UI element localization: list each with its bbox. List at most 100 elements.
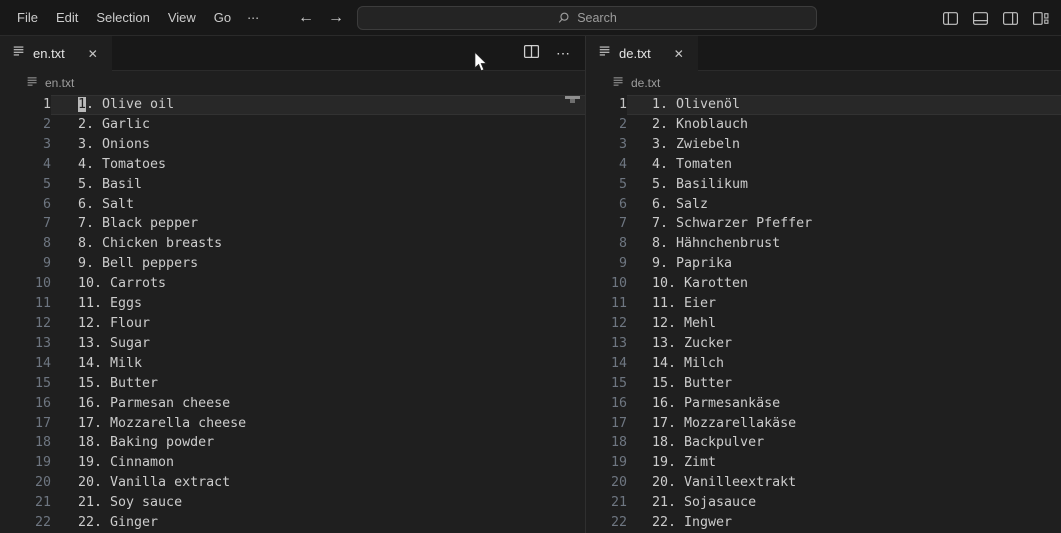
line-number: 1 [0, 95, 51, 115]
text-file-icon [12, 44, 26, 63]
code-line[interactable]: 10. Karotten [627, 274, 1061, 294]
code-line[interactable]: 20. Vanilla extract [51, 473, 585, 493]
line-number: 12 [586, 314, 627, 334]
code-line[interactable]: 11. Eier [627, 294, 1061, 314]
split-editor-icon[interactable] [523, 43, 540, 65]
code-line[interactable]: 21. Sojasauce [627, 493, 1061, 513]
code-line[interactable]: 9. Bell peppers [51, 254, 585, 274]
code-line[interactable]: 21. Soy sauce [51, 493, 585, 513]
breadcrumb-item[interactable]: de.txt [631, 76, 660, 90]
menu-edit[interactable]: Edit [47, 6, 87, 29]
code-line[interactable]: 22. Ginger [51, 513, 585, 533]
line-number: 16 [0, 394, 51, 414]
code-line[interactable]: 8. Chicken breasts [51, 234, 585, 254]
code-line[interactable]: 14. Milch [627, 354, 1061, 374]
tab-label: en.txt [33, 46, 65, 61]
back-arrow-icon[interactable]: ← [298, 10, 314, 26]
line-number: 10 [586, 274, 627, 294]
code-area[interactable]: 1. Olivenöl2. Knoblauch3. Zwiebeln4. Tom… [627, 95, 1061, 533]
close-icon[interactable]: ✕ [672, 47, 686, 61]
code-line[interactable]: 15. Butter [627, 374, 1061, 394]
code-line[interactable]: 1. Olive oil [51, 95, 585, 115]
line-number: 18 [0, 433, 51, 453]
forward-arrow-icon[interactable]: → [328, 10, 344, 26]
code-line[interactable]: 11. Eggs [51, 294, 585, 314]
code-line[interactable]: 9. Paprika [627, 254, 1061, 274]
code-line[interactable]: 5. Basil [51, 175, 585, 195]
line-number: 18 [586, 433, 627, 453]
menu-view[interactable]: View [159, 6, 205, 29]
code-line[interactable]: 18. Baking powder [51, 433, 585, 453]
code-line[interactable]: 15. Butter [51, 374, 585, 394]
line-number: 11 [586, 294, 627, 314]
line-number: 20 [586, 473, 627, 493]
toggle-primary-sidebar-icon[interactable] [942, 10, 959, 27]
line-number: 10 [0, 274, 51, 294]
code-line[interactable]: 6. Salt [51, 195, 585, 215]
titlebar: File Edit Selection View Go ⋯ ← → Search [0, 0, 1061, 36]
code-area[interactable]: 1. Olive oil2. Garlic3. Onions4. Tomatoe… [51, 95, 585, 533]
menu-bar: File Edit Selection View Go ⋯ [0, 6, 267, 29]
code-line[interactable]: 7. Black pepper [51, 214, 585, 234]
code-line[interactable]: 12. Flour [51, 314, 585, 334]
more-actions-icon[interactable]: ⋯ [556, 45, 571, 62]
breadcrumb-item[interactable]: en.txt [45, 76, 74, 90]
code-line[interactable]: 1. Olivenöl [627, 95, 1061, 115]
code-line[interactable]: 19. Cinnamon [51, 453, 585, 473]
customize-layout-icon[interactable] [1032, 10, 1049, 27]
search-input[interactable]: Search [357, 6, 817, 30]
code-line[interactable]: 2. Garlic [51, 115, 585, 135]
code-line[interactable]: 14. Milk [51, 354, 585, 374]
line-number: 5 [0, 175, 51, 195]
breadcrumb: de.txt [586, 71, 1061, 95]
toggle-panel-icon[interactable] [972, 10, 989, 27]
text-file-icon [598, 44, 612, 63]
toggle-secondary-sidebar-icon[interactable] [1002, 10, 1019, 27]
close-icon[interactable]: ✕ [86, 47, 100, 61]
code-line[interactable]: 17. Mozzarella cheese [51, 414, 585, 434]
code-line[interactable]: 7. Schwarzer Pfeffer [627, 214, 1061, 234]
line-number: 15 [586, 374, 627, 394]
code-line[interactable]: 19. Zimt [627, 453, 1061, 473]
tab-de-txt[interactable]: de.txt ✕ [586, 36, 698, 71]
menu-more-icon[interactable]: ⋯ [240, 7, 267, 29]
code-line[interactable]: 2. Knoblauch [627, 115, 1061, 135]
code-line[interactable]: 13. Sugar [51, 334, 585, 354]
code-line[interactable]: 8. Hähnchenbrust [627, 234, 1061, 254]
line-number: 8 [0, 234, 51, 254]
code-line[interactable]: 5. Basilikum [627, 175, 1061, 195]
code-line[interactable]: 6. Salz [627, 195, 1061, 215]
code-line[interactable]: 3. Zwiebeln [627, 135, 1061, 155]
line-number: 22 [0, 513, 51, 533]
line-number: 8 [586, 234, 627, 254]
menu-go[interactable]: Go [205, 6, 240, 29]
menu-file[interactable]: File [8, 6, 47, 29]
code-line[interactable]: 22. Ingwer [627, 513, 1061, 533]
tab-label: de.txt [619, 46, 651, 61]
breadcrumb: en.txt [0, 71, 585, 95]
code-line[interactable]: 16. Parmesankäse [627, 394, 1061, 414]
code-line[interactable]: 10. Carrots [51, 274, 585, 294]
code-line[interactable]: 3. Onions [51, 135, 585, 155]
line-number: 5 [586, 175, 627, 195]
text-editor-en[interactable]: 12345678910111213141516171819202122 1. O… [0, 95, 585, 533]
line-number: 14 [586, 354, 627, 374]
code-line[interactable]: 12. Mehl [627, 314, 1061, 334]
code-line[interactable]: 16. Parmesan cheese [51, 394, 585, 414]
code-line[interactable]: 4. Tomatoes [51, 155, 585, 175]
line-number: 1 [586, 95, 627, 115]
text-editor-de[interactable]: 12345678910111213141516171819202122 1. O… [586, 95, 1061, 533]
code-line[interactable]: 20. Vanilleextrakt [627, 473, 1061, 493]
code-line[interactable]: 18. Backpulver [627, 433, 1061, 453]
line-number: 21 [0, 493, 51, 513]
line-number: 21 [586, 493, 627, 513]
line-number: 22 [586, 513, 627, 533]
line-number: 20 [0, 473, 51, 493]
line-number: 6 [586, 195, 627, 215]
vscode-window: File Edit Selection View Go ⋯ ← → Search [0, 0, 1061, 533]
code-line[interactable]: 4. Tomaten [627, 155, 1061, 175]
tab-en-txt[interactable]: en.txt ✕ [0, 36, 112, 71]
code-line[interactable]: 13. Zucker [627, 334, 1061, 354]
menu-selection[interactable]: Selection [87, 6, 158, 29]
code-line[interactable]: 17. Mozzarellakäse [627, 414, 1061, 434]
